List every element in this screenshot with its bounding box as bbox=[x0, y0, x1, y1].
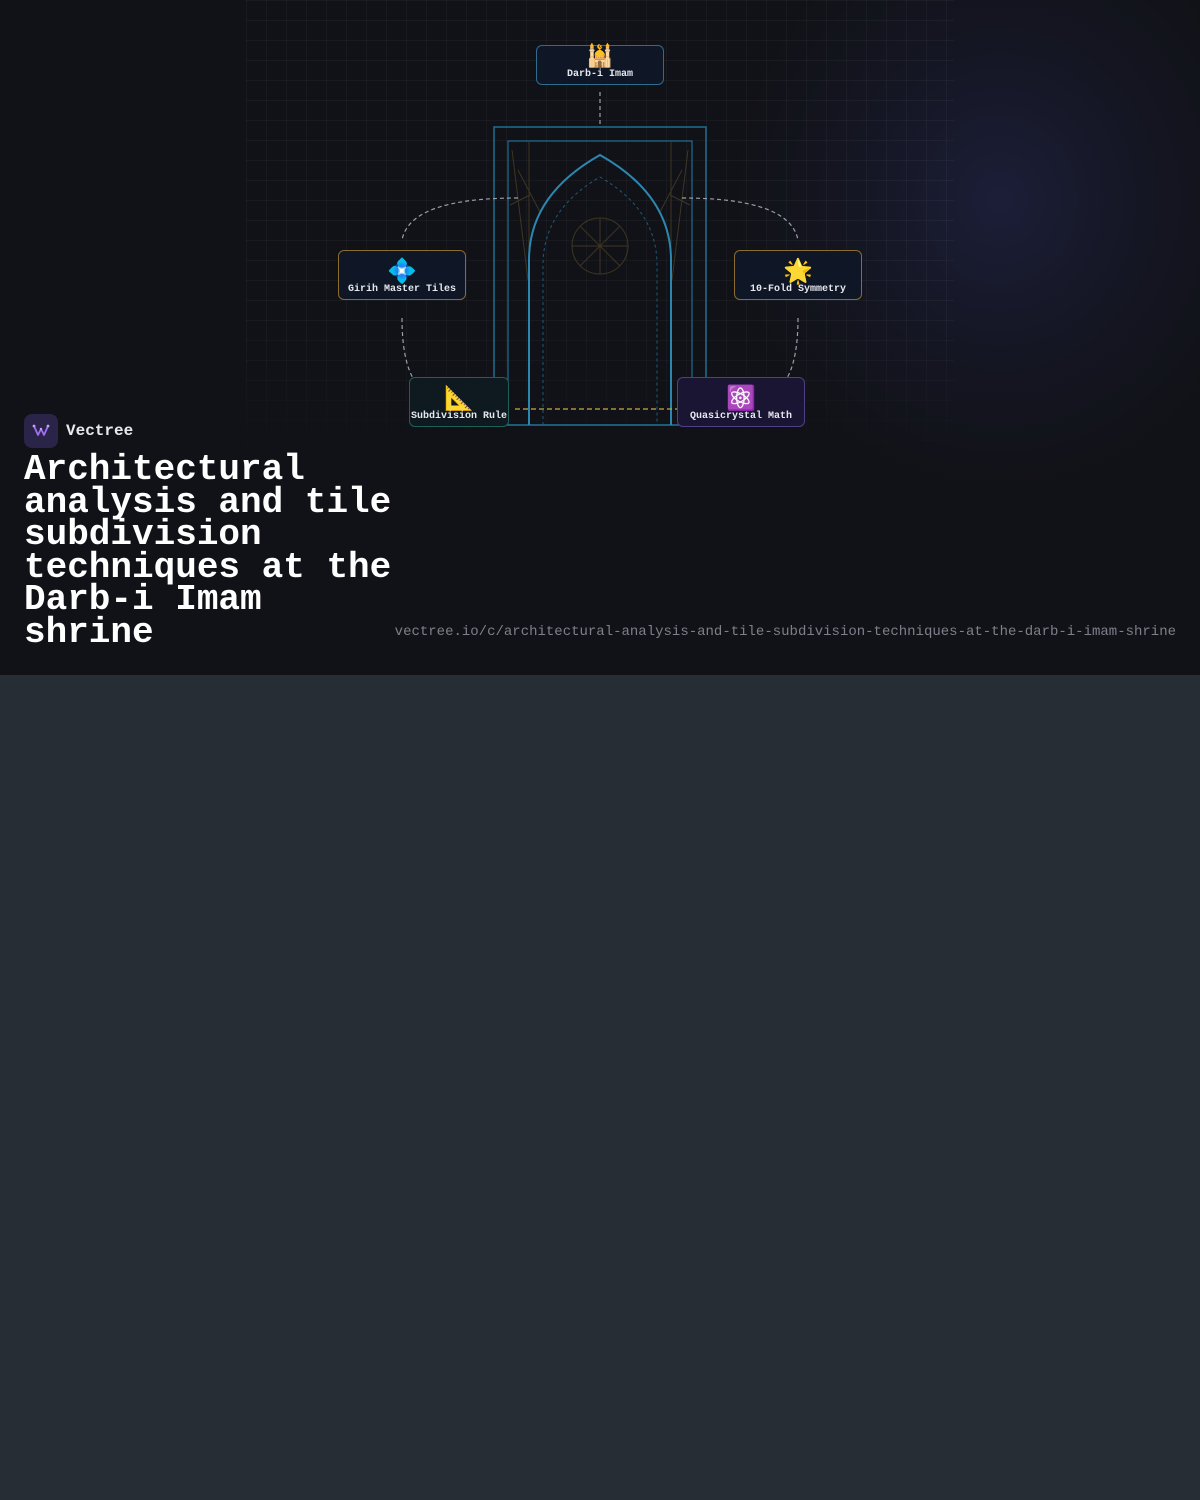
brand-name: Vectree bbox=[66, 422, 134, 440]
diamond-icon: 💠 bbox=[387, 257, 417, 285]
brand[interactable]: Vectree bbox=[24, 414, 133, 448]
node-girih-master-tiles[interactable]: 💠 Girih Master Tiles bbox=[338, 250, 466, 300]
mosque-icon: 🕌 bbox=[586, 44, 614, 69]
vectree-logo-icon bbox=[24, 414, 58, 448]
node-label: Subdivision Rule bbox=[410, 411, 507, 422]
node-label: Quasicrystal Math bbox=[689, 411, 793, 422]
spandrel-ornament bbox=[509, 141, 691, 425]
node-label: Darb-i Imam bbox=[566, 69, 633, 80]
page-url[interactable]: vectree.io/c/architectural-analysis-and-… bbox=[395, 624, 1176, 640]
triangle-ruler-icon: 📐 bbox=[444, 384, 474, 412]
portal-outer-frame bbox=[493, 126, 707, 426]
page-title: Architectural analysis and tile subdivis… bbox=[24, 449, 392, 653]
node-10-fold-symmetry[interactable]: 🌟 10-Fold Symmetry bbox=[734, 250, 862, 300]
node-subdivision-rule[interactable]: 📐 Subdivision Rule bbox=[409, 377, 509, 427]
node-label: 10-Fold Symmetry bbox=[749, 284, 846, 295]
node-quasicrystal-math[interactable]: ⚛️ Quasicrystal Math bbox=[677, 377, 805, 427]
atom-icon: ⚛️ bbox=[726, 384, 756, 412]
portal-inner-frame bbox=[507, 140, 693, 426]
star-icon: 🌟 bbox=[783, 257, 813, 285]
pointed-arch bbox=[528, 153, 672, 425]
node-darb-i-imam[interactable]: 🕌 Darb-i Imam bbox=[536, 45, 664, 85]
preview-card: 🕌 Darb-i Imam 💠 Girih Master Tiles 🌟 10-… bbox=[0, 0, 1200, 675]
node-label: Girih Master Tiles bbox=[347, 284, 457, 295]
inner-arch-dashed bbox=[542, 176, 658, 425]
